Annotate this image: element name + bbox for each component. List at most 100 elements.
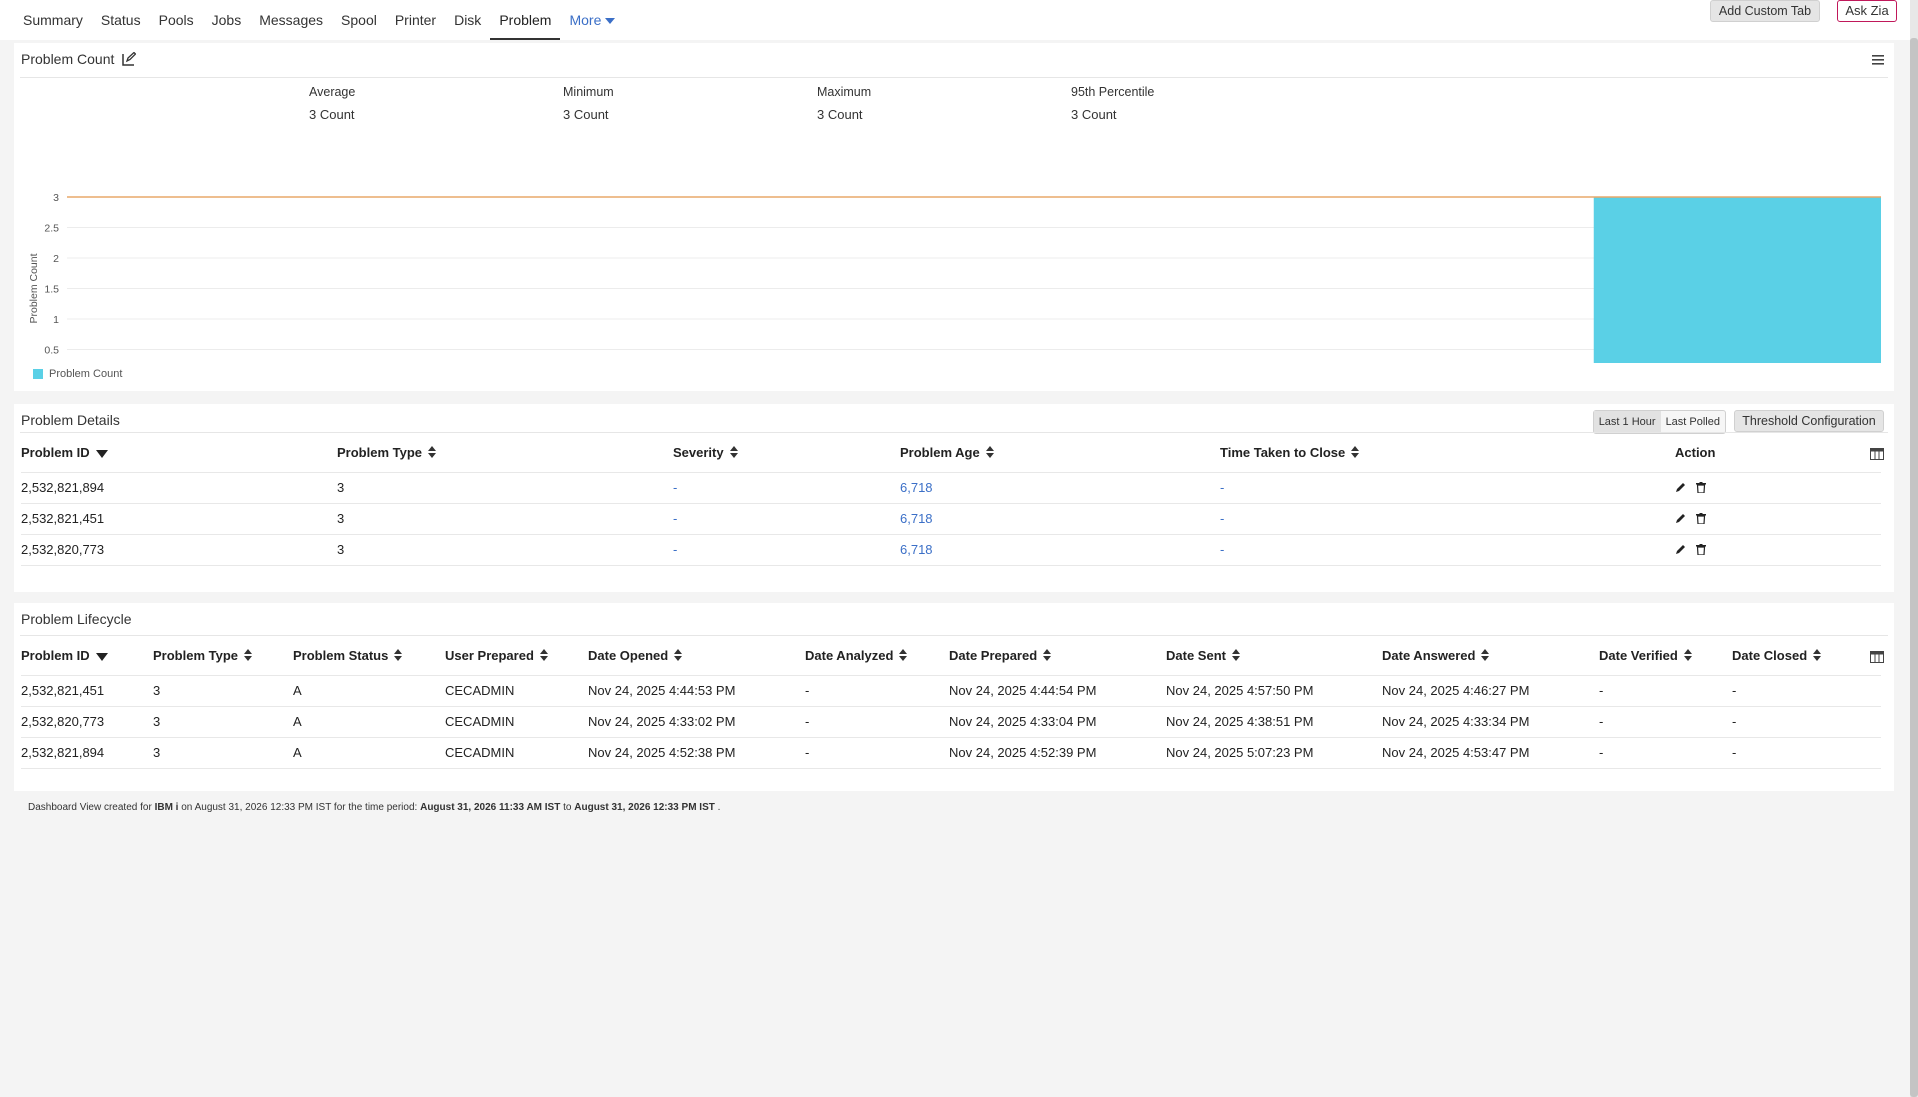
col-problem-type[interactable]: Problem Type: [153, 637, 293, 675]
delete-icon[interactable]: [1696, 481, 1706, 496]
table-header-row: Problem ID Problem Type Problem Status User…: [21, 637, 1881, 675]
cell-action: [1675, 533, 1881, 566]
legend-label: Problem Count: [49, 368, 123, 380]
edit-chart-icon[interactable]: [122, 51, 137, 69]
col-date-answered[interactable]: Date Answered: [1382, 637, 1599, 675]
sort-icon[interactable]: [394, 648, 403, 664]
col-problem-status[interactable]: Problem Status: [293, 637, 445, 675]
edit-icon[interactable]: [1675, 543, 1686, 558]
ask-zia-button[interactable]: Ask Zia: [1837, 0, 1897, 22]
cell-user-prepared: CECADMIN: [445, 674, 588, 706]
col-date-analyzed[interactable]: Date Analyzed: [805, 637, 949, 675]
sort-icon[interactable]: [1813, 648, 1822, 664]
cell-problem-status: A: [293, 705, 445, 737]
col-severity[interactable]: Severity: [673, 434, 900, 472]
col-problem-id[interactable]: Problem ID: [21, 434, 337, 472]
cell-problem-type: 3: [337, 533, 673, 566]
col-problem-type[interactable]: Problem Type: [337, 434, 673, 472]
divider: [20, 432, 1888, 433]
col-problem-age[interactable]: Problem Age: [900, 434, 1220, 472]
cell-problem-type: 3: [153, 705, 293, 737]
col-date-sent[interactable]: Date Sent: [1166, 637, 1382, 675]
cell-date-answered: Nov 24, 2025 4:46:27 PM: [1382, 674, 1599, 706]
col-time-taken-to-close[interactable]: Time Taken to Close: [1220, 434, 1675, 472]
sort-icon[interactable]: [674, 648, 683, 664]
sort-icon[interactable]: [1043, 648, 1052, 664]
cell-problem-status: A: [293, 674, 445, 706]
y-tick-label: 2.5: [44, 223, 59, 235]
cell-action: [1675, 502, 1881, 534]
table-row: 2,532,821,451 3 - 6,718 -: [21, 502, 1881, 534]
sort-icon[interactable]: [428, 445, 437, 461]
edit-icon[interactable]: [1675, 512, 1686, 527]
sort-icon[interactable]: [985, 445, 994, 461]
col-date-opened[interactable]: Date Opened: [588, 637, 805, 675]
cell-time-taken-to-close[interactable]: -: [1220, 533, 1675, 566]
sort-icon[interactable]: [1683, 648, 1692, 664]
cell-date-verified: -: [1599, 736, 1732, 769]
tab-pools[interactable]: Pools: [150, 0, 203, 40]
cell-problem-age[interactable]: 6,718: [900, 471, 1220, 503]
cell-severity[interactable]: -: [673, 471, 900, 503]
stat-value: 3 Count: [563, 107, 609, 122]
cell-problem-id: 2,532,821,451: [21, 674, 153, 706]
divider: [20, 635, 1888, 636]
sort-desc-icon[interactable]: [95, 446, 108, 461]
edit-icon[interactable]: [1675, 481, 1686, 496]
sort-icon[interactable]: [1351, 445, 1360, 461]
cell-problem-id: 2,532,820,773: [21, 533, 337, 566]
sort-icon[interactable]: [1481, 648, 1490, 664]
problem-details-table: Problem ID Problem Type Severity Problem…: [21, 434, 1881, 566]
sort-icon[interactable]: [539, 648, 548, 664]
tab-problem[interactable]: Problem: [490, 0, 561, 40]
tab-status[interactable]: Status: [92, 0, 150, 40]
range-last-1-hour[interactable]: Last 1 Hour: [1593, 411, 1661, 433]
cell-date-sent: Nov 24, 2025 5:07:23 PM: [1166, 736, 1382, 769]
caret-down-icon: [605, 18, 616, 25]
cell-problem-age[interactable]: 6,718: [900, 502, 1220, 534]
col-date-verified[interactable]: Date Verified: [1599, 637, 1732, 675]
stat-value: 3 Count: [817, 107, 863, 122]
page-scrollbar[interactable]: [1910, 0, 1918, 1097]
threshold-configuration-button[interactable]: Threshold Configuration: [1734, 410, 1884, 432]
sort-icon[interactable]: [244, 648, 253, 664]
sort-desc-icon[interactable]: [95, 649, 108, 664]
cell-problem-id: 2,532,821,894: [21, 736, 153, 769]
tab-disk[interactable]: Disk: [445, 0, 490, 40]
tab-jobs[interactable]: Jobs: [203, 0, 251, 40]
tab-spool[interactable]: Spool: [332, 0, 386, 40]
sort-icon[interactable]: [1231, 648, 1240, 664]
hamburger-menu-icon[interactable]: [1872, 53, 1884, 68]
lifecycle-title: Problem Lifecycle: [21, 611, 132, 627]
delete-icon[interactable]: [1696, 543, 1706, 558]
col-user-prepared[interactable]: User Prepared: [445, 637, 588, 675]
tab-messages[interactable]: Messages: [250, 0, 332, 40]
chart-legend[interactable]: Problem Count: [33, 368, 122, 380]
scrollbar-thumb[interactable]: [1910, 38, 1918, 1097]
tab-printer[interactable]: Printer: [386, 0, 445, 40]
problem-lifecycle-panel: Problem Lifecycle Problem ID Problem Type…: [14, 603, 1894, 791]
range-last-polled[interactable]: Last Polled: [1661, 411, 1725, 433]
y-axis-label: Problem Count: [28, 253, 40, 323]
col-date-prepared[interactable]: Date Prepared: [949, 637, 1166, 675]
tab-more[interactable]: More: [560, 0, 624, 40]
table-header-row: Problem ID Problem Type Severity Problem…: [21, 434, 1881, 472]
sort-icon[interactable]: [729, 445, 738, 461]
cell-user-prepared: CECADMIN: [445, 705, 588, 737]
stat-value: 3 Count: [309, 107, 355, 122]
cell-problem-status: A: [293, 736, 445, 769]
cell-problem-type: 3: [153, 674, 293, 706]
tab-summary[interactable]: Summary: [14, 0, 92, 40]
cell-time-taken-to-close[interactable]: -: [1220, 471, 1675, 503]
col-date-closed[interactable]: Date Closed: [1732, 637, 1881, 675]
cell-problem-age[interactable]: 6,718: [900, 533, 1220, 566]
add-custom-tab-button[interactable]: Add Custom Tab: [1710, 0, 1820, 22]
cell-time-taken-to-close[interactable]: -: [1220, 502, 1675, 534]
sort-icon[interactable]: [899, 648, 908, 664]
delete-icon[interactable]: [1696, 512, 1706, 527]
table-row: 2,532,821,894 3 - 6,718 -: [21, 471, 1881, 503]
cell-severity[interactable]: -: [673, 533, 900, 566]
col-problem-id[interactable]: Problem ID: [21, 637, 153, 675]
cell-date-verified: -: [1599, 674, 1732, 706]
cell-severity[interactable]: -: [673, 502, 900, 534]
